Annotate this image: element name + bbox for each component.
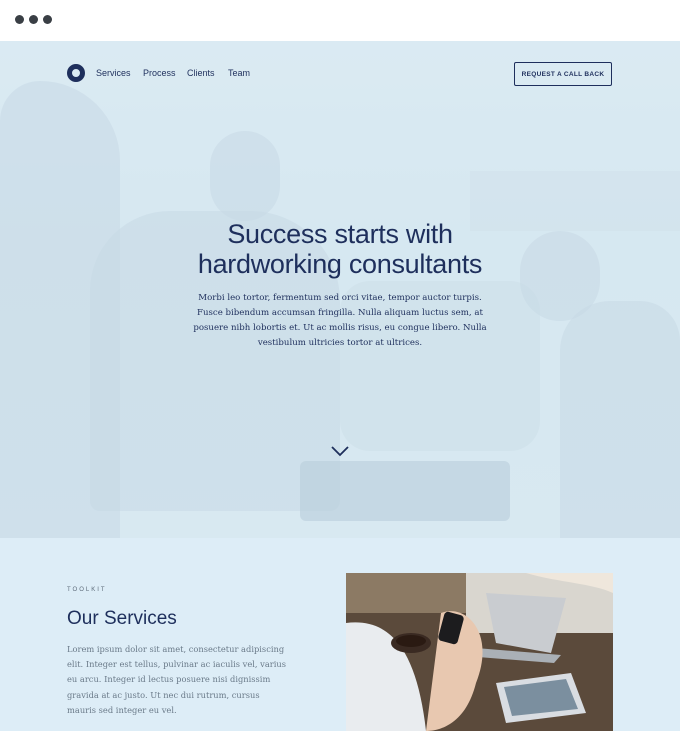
window-dot-icon[interactable] — [43, 15, 52, 24]
logo-icon[interactable] — [67, 64, 85, 82]
hero-section: Services Process Clients Team REQUEST A … — [0, 41, 680, 538]
request-call-back-button[interactable]: REQUEST A CALL BACK — [514, 62, 612, 86]
hero-title-line-2: hardworking consultants — [197, 249, 483, 279]
hero-title: Success starts with hardworking consulta… — [120, 219, 560, 279]
hero-overlay — [0, 41, 680, 538]
services-description: Lorem ipsum dolor sit amet, consectetur … — [67, 644, 287, 715]
window-dot-icon[interactable] — [29, 15, 38, 24]
nav-link-clients[interactable]: Clients — [187, 68, 215, 78]
services-photo — [346, 573, 613, 731]
nav-link-services[interactable]: Services — [96, 68, 131, 78]
window-dot-icon[interactable] — [15, 15, 24, 24]
chevron-down-icon[interactable] — [330, 444, 350, 458]
hero-description: Morbi leo tortor, fermentum sed orci vit… — [193, 293, 487, 348]
window-chrome — [0, 0, 680, 42]
services-title: Our Services — [67, 608, 177, 629]
services-section: TOOLKIT Our Services Lorem ipsum dolor s… — [0, 538, 680, 731]
section-kicker: TOOLKIT — [67, 587, 107, 593]
hero-title-line-1: Success starts with — [227, 219, 453, 249]
nav-link-process[interactable]: Process — [143, 68, 176, 78]
nav-link-team[interactable]: Team — [228, 68, 250, 78]
